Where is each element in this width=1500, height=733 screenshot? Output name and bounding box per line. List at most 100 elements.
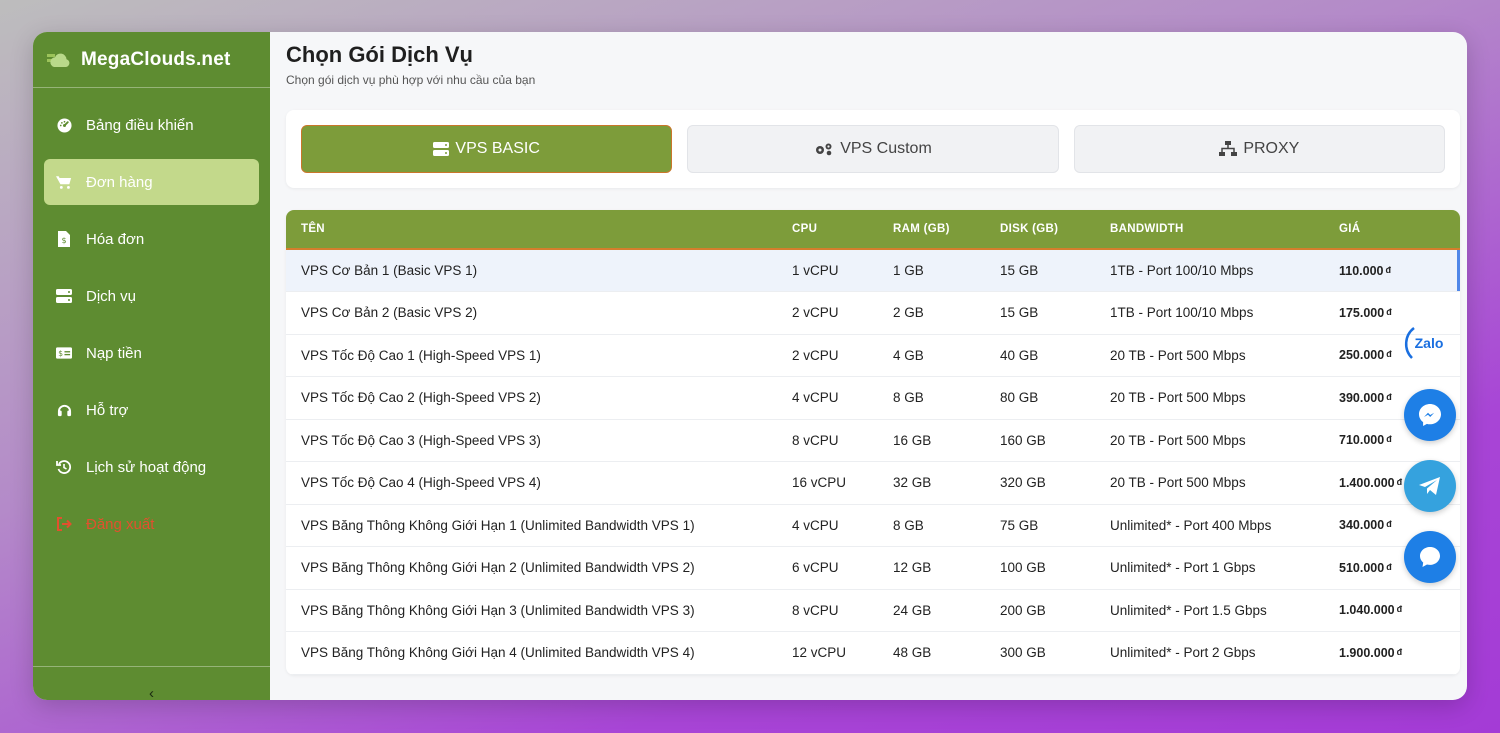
- ram-cell: 32 GB: [893, 461, 1000, 505]
- table-row[interactable]: VPS Tốc Độ Cao 1 (High-Speed VPS 1) 2 vCP…: [286, 334, 1460, 377]
- ram-cell: 8 GB: [893, 504, 1000, 547]
- sidebar: MegaClouds.net Bảng điều khiển Đơn hàng …: [33, 32, 270, 700]
- cpu-cell: 8 vCPU: [792, 589, 893, 632]
- cpu-cell: 12 vCPU: [792, 631, 893, 675]
- table-row[interactable]: VPS Tốc Độ Cao 4 (High-Speed VPS 4) 16 vC…: [286, 461, 1460, 505]
- ram-cell: 8 GB: [893, 376, 1000, 420]
- plan-name-cell: VPS Tốc Độ Cao 3 (High-Speed VPS 3): [286, 419, 792, 462]
- zalo-label: Zalo: [1415, 335, 1444, 351]
- sidebar-item-dashboard[interactable]: Bảng điều khiển: [44, 102, 259, 148]
- plan-name-cell: VPS Tốc Độ Cao 2 (High-Speed VPS 2): [286, 376, 792, 420]
- cpu-cell: 6 vCPU: [792, 546, 893, 590]
- cpu-cell: 2 vCPU: [792, 291, 893, 335]
- plan-name-cell: VPS Băng Thông Không Giới Hạn 1 (Unlimit…: [286, 504, 792, 547]
- sidebar-item-label: Bảng điều khiển: [86, 116, 194, 134]
- column-header-disk[interactable]: DISK (GB): [1000, 210, 1110, 250]
- live-chat-button[interactable]: [1404, 531, 1456, 583]
- plan-type-tabs: VPS BASIC VPS Custom PROXY: [286, 110, 1460, 188]
- ram-cell: 2 GB: [893, 291, 1000, 335]
- messenger-button[interactable]: [1404, 389, 1456, 441]
- tab-vps-basic[interactable]: VPS BASIC: [301, 125, 673, 173]
- price-amount: 710.000: [1339, 433, 1385, 448]
- bandwidth-cell: 20 TB - Port 500 Mbps: [1110, 334, 1339, 377]
- sidebar-item-services[interactable]: Dịch vụ: [44, 273, 259, 319]
- sidebar-footer: ‹: [33, 666, 270, 700]
- price-amount: 250.000: [1339, 348, 1385, 363]
- history-icon: [56, 459, 72, 475]
- table-row[interactable]: VPS Băng Thông Không Giới Hạn 2 (Unlimit…: [286, 546, 1460, 590]
- ram-cell: 4 GB: [893, 334, 1000, 377]
- plans-table: TÊN CPU RAM (GB) DISK (GB) BANDWIDTH GIÁ…: [286, 210, 1460, 675]
- plan-name-cell: VPS Băng Thông Không Giới Hạn 3 (Unlimit…: [286, 589, 792, 632]
- messenger-icon: [1419, 404, 1441, 426]
- table-row[interactable]: VPS Cơ Bản 2 (Basic VPS 2) 2 vCPU 2 GB 15 G…: [286, 291, 1460, 335]
- disk-cell: 320 GB: [1000, 461, 1110, 505]
- column-header-name[interactable]: TÊN: [286, 210, 792, 250]
- bandwidth-cell: 20 TB - Port 500 Mbps: [1110, 461, 1339, 505]
- plan-name-cell: VPS Băng Thông Không Giới Hạn 4 (Unlimit…: [286, 631, 792, 675]
- ram-cell: 1 GB: [893, 249, 1000, 292]
- tab-vps-custom[interactable]: VPS Custom: [687, 125, 1059, 173]
- disk-cell: 300 GB: [1000, 631, 1110, 675]
- tab-proxy[interactable]: PROXY: [1073, 125, 1445, 173]
- table-row[interactable]: VPS Băng Thông Không Giới Hạn 1 (Unlimit…: [286, 504, 1460, 547]
- sidebar-item-label: Hỗ trợ: [86, 401, 129, 419]
- currency-symbol: đ: [1396, 604, 1403, 615]
- sidebar-item-topup[interactable]: $ Nạp tiền: [44, 330, 259, 376]
- price-amount: 510.000: [1339, 560, 1385, 575]
- table-row[interactable]: VPS Cơ Bản 1 (Basic VPS 1) 1 vCPU 1 GB 15 G…: [286, 249, 1460, 292]
- disk-cell: 100 GB: [1000, 546, 1110, 590]
- price-amount: 175.000: [1339, 305, 1385, 320]
- sidebar-item-label: Hóa đơn: [86, 230, 145, 248]
- ram-cell: 16 GB: [893, 419, 1000, 462]
- money-bill-icon: $: [56, 345, 72, 361]
- logout-icon: [56, 516, 72, 532]
- disk-cell: 80 GB: [1000, 376, 1110, 420]
- price-cell: 1.040.000 đ: [1339, 589, 1460, 632]
- zalo-icon: Zalo: [1404, 327, 1444, 359]
- disk-cell: 160 GB: [1000, 419, 1110, 462]
- table-row[interactable]: VPS Tốc Độ Cao 2 (High-Speed VPS 2) 4 vCP…: [286, 376, 1460, 420]
- ram-cell: 12 GB: [893, 546, 1000, 590]
- sidebar-item-orders[interactable]: Đơn hàng: [44, 159, 259, 205]
- column-header-cpu[interactable]: CPU: [792, 210, 893, 250]
- currency-symbol: đ: [1396, 476, 1403, 487]
- price-amount: 1.900.000: [1339, 645, 1395, 660]
- currency-symbol: đ: [1396, 646, 1403, 657]
- sidebar-item-support[interactable]: Hỗ trợ: [44, 387, 259, 433]
- telegram-button[interactable]: [1404, 460, 1456, 512]
- price-amount: 110.000: [1339, 263, 1384, 278]
- bandwidth-cell: Unlimited* - Port 2 Gbps: [1110, 631, 1339, 675]
- plan-name-cell: VPS Cơ Bản 2 (Basic VPS 2): [286, 291, 792, 335]
- table-row[interactable]: VPS Băng Thông Không Giới Hạn 4 (Unlimit…: [286, 631, 1460, 675]
- disk-cell: 200 GB: [1000, 589, 1110, 632]
- column-header-price[interactable]: GIÁ: [1339, 210, 1460, 250]
- ram-cell: 24 GB: [893, 589, 1000, 632]
- price-amount: 1.400.000: [1339, 475, 1395, 490]
- sidebar-nav: Bảng điều khiển Đơn hàng $ Hóa đơn Dịch …: [33, 88, 270, 547]
- collapse-sidebar-button[interactable]: ‹: [149, 688, 154, 700]
- sidebar-item-label: Dịch vụ: [86, 287, 137, 305]
- brand[interactable]: MegaClouds.net: [33, 32, 270, 88]
- app-window: MegaClouds.net Bảng điều khiển Đơn hàng …: [33, 32, 1467, 700]
- sidebar-item-invoices[interactable]: $ Hóa đơn: [44, 216, 259, 262]
- network-icon: [1219, 141, 1238, 156]
- column-header-ram[interactable]: RAM (GB): [893, 210, 1000, 250]
- bandwidth-cell: 20 TB - Port 500 Mbps: [1110, 376, 1339, 420]
- sidebar-item-label: Lịch sử hoạt động: [86, 458, 207, 476]
- sidebar-item-logout[interactable]: Đăng xuất: [44, 501, 259, 547]
- currency-symbol: đ: [1386, 349, 1392, 360]
- shopping-cart-icon: [56, 174, 72, 190]
- table-row[interactable]: VPS Băng Thông Không Giới Hạn 3 (Unlimit…: [286, 589, 1460, 632]
- price-amount: 340.000: [1339, 518, 1385, 533]
- bandwidth-cell: Unlimited* - Port 400 Mbps: [1110, 504, 1339, 547]
- table-row[interactable]: VPS Tốc Độ Cao 3 (High-Speed VPS 3) 8 vCP…: [286, 419, 1460, 462]
- price-cell: 1.900.000 đ: [1339, 631, 1460, 675]
- zalo-chat-button[interactable]: Zalo: [1404, 320, 1450, 366]
- column-header-bandwidth[interactable]: BANDWIDTH: [1110, 210, 1339, 250]
- cpu-cell: 4 vCPU: [792, 376, 893, 420]
- currency-symbol: đ: [1386, 391, 1392, 402]
- sidebar-item-history[interactable]: Lịch sử hoạt động: [44, 444, 259, 490]
- bandwidth-cell: 1TB - Port 100/10 Mbps: [1110, 291, 1339, 335]
- currency-symbol: đ: [1386, 434, 1392, 445]
